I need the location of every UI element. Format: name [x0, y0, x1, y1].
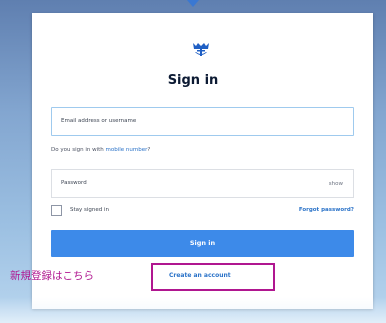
- hint-suffix: ?: [147, 147, 151, 153]
- sign-in-button[interactable]: Sign in: [51, 230, 354, 257]
- register-here-annotation: 新規登録はこちら: [10, 270, 94, 282]
- email-placeholder: Email address or username: [61, 118, 137, 124]
- stay-signed-in-checkbox[interactable]: [51, 205, 62, 216]
- mobile-signin-hint: Do you sign in with mobile number?: [51, 147, 150, 153]
- stay-signed-in-label: Stay signed in: [70, 207, 110, 213]
- password-field[interactable]: Password show: [51, 169, 354, 198]
- login-page-background: Sign in Email address or username Do you…: [0, 0, 386, 323]
- page-title: Sign in: [167, 73, 219, 88]
- crown-anchor-icon: [193, 43, 209, 56]
- create-account-link[interactable]: Create an account: [153, 272, 273, 279]
- show-password-toggle[interactable]: show: [329, 181, 343, 187]
- email-username-field[interactable]: Email address or username: [51, 107, 354, 136]
- pointer-arrow-icon: [187, 0, 199, 7]
- password-placeholder: Password: [61, 180, 87, 186]
- hint-text: Do you sign in with: [51, 147, 106, 153]
- mobile-number-link[interactable]: mobile number: [106, 147, 148, 153]
- create-account-highlight-box: Create an account: [151, 263, 275, 291]
- forgot-password-link[interactable]: Forgot password?: [299, 207, 354, 213]
